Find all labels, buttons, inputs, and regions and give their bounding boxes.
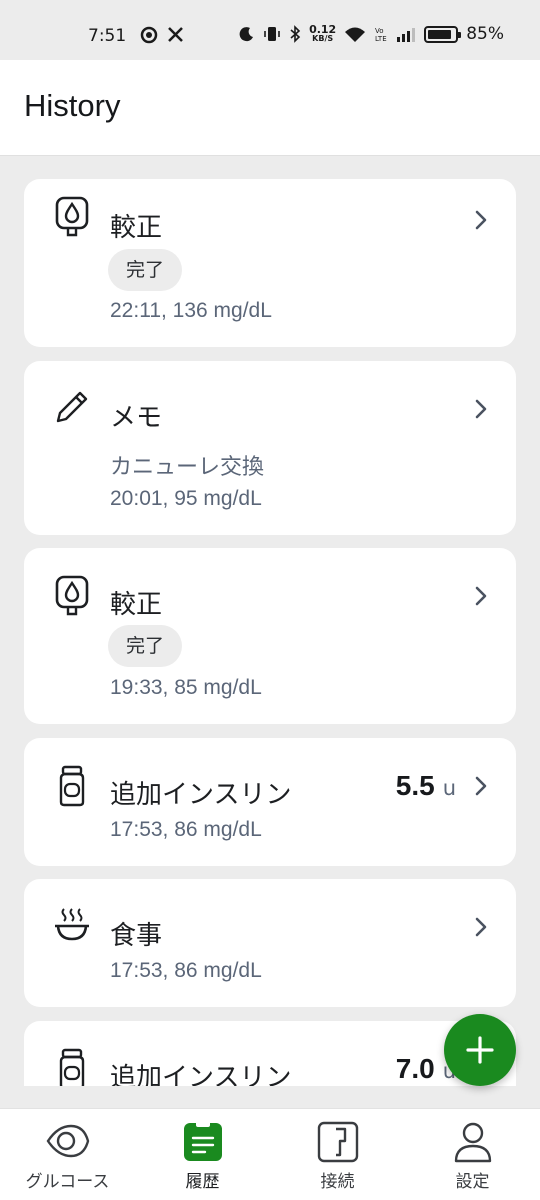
blood-drop-meter-icon bbox=[55, 196, 89, 237]
entry-detail: 20:01, 95 mg/dL bbox=[110, 487, 262, 510]
signal-icon bbox=[397, 27, 416, 42]
status-time: 7:51 bbox=[88, 26, 127, 46]
status-bar: 7:51 0.12 KB/S Vo LTE 85% bbox=[0, 0, 540, 60]
status-badge: 完了 bbox=[108, 249, 183, 291]
history-entry-insulin[interactable]: 追加インスリン 5.5 u 17:53, 86 mg/dL bbox=[24, 738, 516, 866]
svg-text:LTE: LTE bbox=[375, 35, 387, 43]
entry-label: 較正 bbox=[110, 213, 163, 243]
net-speed: 0.12 KB/S bbox=[309, 23, 337, 43]
x-app-icon bbox=[167, 26, 184, 48]
nav-item-history[interactable]: 履歴 bbox=[135, 1109, 270, 1200]
insulin-vial-icon bbox=[59, 765, 85, 807]
app-header: History bbox=[0, 60, 540, 156]
recording-icon bbox=[140, 26, 158, 49]
pencil-icon bbox=[56, 391, 88, 423]
meal-bowl-icon bbox=[55, 908, 89, 941]
bluetooth-icon bbox=[290, 25, 301, 43]
nav-item-settings[interactable]: 設定 bbox=[405, 1109, 540, 1200]
nav-label: 接続 bbox=[320, 1172, 355, 1192]
history-clipboard-icon bbox=[184, 1121, 222, 1161]
history-entry-note[interactable]: メモ カニューレ交換 20:01, 95 mg/dL bbox=[24, 361, 516, 535]
entry-detail: 17:53, 86 mg/dL bbox=[110, 818, 262, 841]
user-settings-icon bbox=[454, 1122, 492, 1163]
nav-label: 履歴 bbox=[185, 1172, 220, 1192]
entry-label: 追加インスリン bbox=[110, 1063, 292, 1086]
page-title: History bbox=[24, 88, 121, 123]
bottom-nav: グルコース 履歴 接続 設定 bbox=[0, 1108, 540, 1200]
insulin-amount: 5.5 u bbox=[395, 770, 456, 801]
chevron-right-icon[interactable] bbox=[474, 209, 488, 231]
blood-drop-meter-icon bbox=[55, 575, 89, 616]
glucose-eye-icon bbox=[46, 1124, 90, 1158]
entry-label: 食事 bbox=[110, 921, 163, 951]
plus-icon bbox=[466, 1036, 494, 1064]
entry-label: 較正 bbox=[110, 590, 163, 620]
moon-icon bbox=[239, 27, 254, 42]
add-entry-button[interactable] bbox=[444, 1014, 516, 1086]
chevron-right-icon[interactable] bbox=[474, 916, 488, 938]
chevron-right-icon[interactable] bbox=[474, 398, 488, 420]
nav-item-glucose[interactable]: グルコース bbox=[0, 1109, 135, 1200]
entry-detail: 22:11, 136 mg/dL bbox=[110, 299, 272, 322]
history-entry-meal[interactable]: 食事 17:53, 86 mg/dL bbox=[24, 879, 516, 1007]
history-list[interactable]: 較正 完了 22:11, 136 mg/dL メモ カニューレ交換 20:01,… bbox=[0, 156, 540, 1086]
connection-icon bbox=[317, 1121, 359, 1163]
nav-label: グルコース bbox=[25, 1172, 110, 1192]
vibrate-icon bbox=[264, 27, 280, 41]
nav-label: 設定 bbox=[455, 1172, 490, 1192]
chevron-right-icon[interactable] bbox=[474, 775, 488, 797]
history-entry-insulin[interactable]: 追加インスリン 7.0 u bbox=[24, 1021, 516, 1086]
battery-icon bbox=[424, 25, 462, 43]
nav-item-connection[interactable]: 接続 bbox=[270, 1109, 405, 1200]
wifi-icon bbox=[345, 27, 366, 42]
chevron-right-icon[interactable] bbox=[474, 585, 488, 607]
entry-note: カニューレ交換 bbox=[110, 454, 265, 479]
history-entry-calibration[interactable]: 較正 完了 22:11, 136 mg/dL bbox=[24, 179, 516, 347]
svg-text:Vo: Vo bbox=[375, 27, 384, 35]
volte-icon: VoLTE bbox=[375, 27, 387, 43]
battery-percent: 85% bbox=[466, 24, 504, 44]
history-entry-calibration[interactable]: 較正 完了 19:33, 85 mg/dL bbox=[24, 548, 516, 724]
entry-label: 追加インスリン bbox=[110, 780, 292, 810]
entry-detail: 17:53, 86 mg/dL bbox=[110, 959, 262, 982]
entry-detail: 19:33, 85 mg/dL bbox=[110, 676, 262, 699]
entry-label: メモ bbox=[110, 403, 163, 433]
insulin-vial-icon bbox=[59, 1048, 85, 1086]
status-badge: 完了 bbox=[108, 625, 183, 667]
status-right: 0.12 KB/S Vo LTE 85% bbox=[239, 24, 504, 44]
